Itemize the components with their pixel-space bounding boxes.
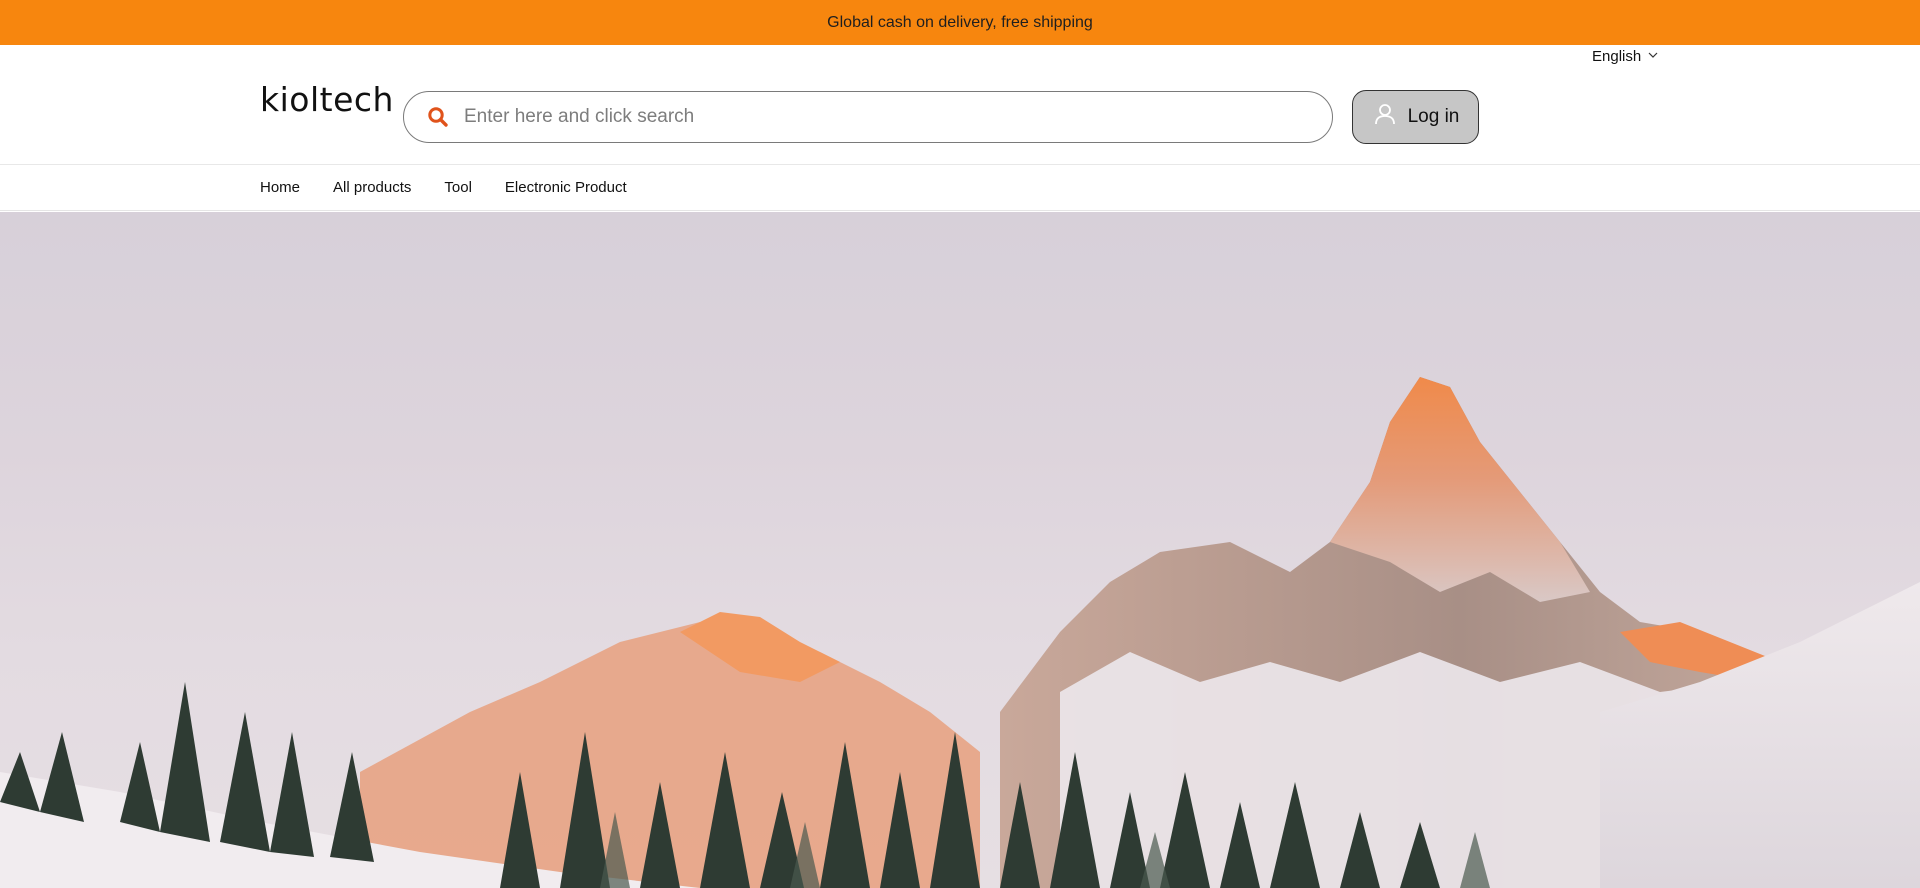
- hero-mountain-image: [0, 377, 1920, 888]
- chevron-down-icon: [1647, 48, 1659, 65]
- announcement-bar: Global cash on delivery, free shipping: [0, 0, 1920, 45]
- search-input[interactable]: [462, 105, 1286, 129]
- login-button[interactable]: Log in: [1352, 90, 1479, 144]
- language-label: English: [1592, 48, 1642, 65]
- nav-item-electronic-product[interactable]: Electronic Product: [505, 179, 627, 196]
- announcement-text: Global cash on delivery, free shipping: [827, 13, 1093, 31]
- nav-item-tool[interactable]: Tool: [444, 179, 472, 196]
- site-logo[interactable]: kioltech: [260, 80, 394, 119]
- nav-item-all-products[interactable]: All products: [333, 179, 411, 196]
- site-header: kioltech Log in: [0, 67, 1920, 165]
- nav-item-home[interactable]: Home: [260, 179, 300, 196]
- utility-bar: English: [0, 45, 1920, 67]
- search-icon[interactable]: [426, 105, 450, 129]
- user-icon: [1372, 101, 1398, 133]
- search-bar[interactable]: [403, 91, 1333, 143]
- login-label: Log in: [1407, 106, 1460, 127]
- main-nav: Home All products Tool Electronic Produc…: [0, 165, 1920, 211]
- language-selector[interactable]: English: [1592, 48, 1659, 65]
- hero-banner: [0, 212, 1920, 888]
